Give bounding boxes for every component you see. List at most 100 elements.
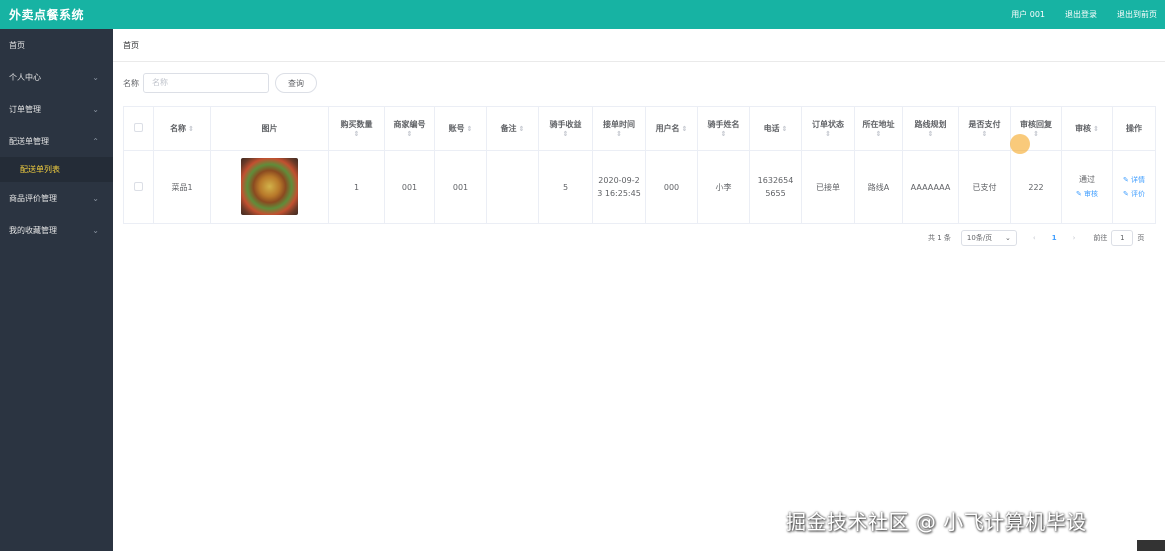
goto-label: 前往 [1093,234,1108,242]
col-route[interactable]: 路线规划 ⇕ [902,106,959,151]
cell-name: 菜品1 [153,150,211,224]
cell-phone: 16326545655 [749,150,802,224]
col-actions: 操作 [1112,106,1156,151]
edit-icon: ✎ [1075,190,1082,198]
breadcrumb[interactable]: 首页 [123,40,139,51]
next-page-button[interactable]: › [1073,234,1076,242]
sort-icon[interactable]: ⇕ [539,130,592,138]
col-paid[interactable]: 是否支付 ⇕ [958,106,1011,151]
cell-actions: ✎ 详情 ✎ 评价 [1112,150,1156,224]
col-rider[interactable]: 骑手姓名 ⇕ [697,106,750,151]
col-username[interactable]: 用户名 ⇕ [645,106,698,151]
sort-icon[interactable]: ⇕ [855,130,902,138]
col-status[interactable]: 订单状态 ⇕ [801,106,855,151]
audit-status: 通过 [1079,175,1095,184]
col-audit[interactable]: 审核 ⇕ [1061,106,1113,151]
col-remark[interactable]: 备注 ⇕ [486,106,539,151]
cell-account: 001 [434,150,487,224]
sidebar-item-orders[interactable]: 订单管理 ⌄ [0,93,113,125]
cell-time: 2020-09-23 16:25:45 [592,150,646,224]
prev-page-button[interactable]: ‹ [1033,234,1036,242]
col-quantity[interactable]: 购买数量 ⇕ [328,106,385,151]
sidebar-item-label: 首页 [9,40,25,50]
sort-icon[interactable]: ⇕ [329,130,384,138]
sort-icon[interactable]: ⇕ [903,130,958,138]
pagination: 共 1 条 10条/页 ⌄ ‹ 1 › 前往 1 页 [928,230,1144,246]
logout-link[interactable]: 退出登录 [1065,9,1097,20]
col-phone[interactable]: 电话 ⇕ [749,106,802,151]
cell-reply: 222 [1010,150,1062,224]
detail-link[interactable]: ✎ 详情 [1113,173,1155,187]
sidebar-item-label: 订单管理 [9,104,41,114]
chevron-down-icon: ⌄ [92,104,99,114]
row-select-cell [123,150,154,224]
search-button[interactable]: 查询 [275,73,317,93]
sort-icon[interactable]: ⇕ [385,130,434,138]
top-bar: 外卖点餐系统 用户 001 退出登录 退出到前页 [0,0,1165,29]
sidebar-item-favorites[interactable]: 我的收藏管理 ⌄ [0,214,113,246]
review-link[interactable]: ✎ 评价 [1113,187,1155,201]
search-input[interactable]: 名称 [143,73,269,93]
cell-remark [486,150,539,224]
main-content: 首页 名称 名称 查询 名称 ⇕ 图片 购买数量 ⇕ 商家编号 ⇕ 账号 ⇕ 备注 ⇕ 骑… [113,29,1165,549]
cell-rider: 小李 [697,150,750,224]
cell-image [210,150,329,224]
divider [113,61,1165,62]
cell-address: 路线A [854,150,903,224]
sort-icon[interactable]: ⇕ [1093,125,1099,133]
cell-income: 5 [538,150,593,224]
col-merchant-no[interactable]: 商家编号 ⇕ [384,106,435,151]
mouse-cursor-indicator [1010,134,1030,154]
pagination-total: 共 1 条 [928,234,951,242]
cell-audit: 通过 ✎ 审核 [1061,150,1113,224]
col-account[interactable]: 账号 ⇕ [434,106,487,151]
cell-paid: 已支付 [958,150,1011,224]
goto-suffix: 页 [1137,234,1145,242]
chevron-down-icon: ⌄ [1005,234,1011,242]
select-all-cell [123,106,154,151]
row-checkbox[interactable] [134,181,143,191]
edit-icon: ✎ [1122,190,1129,198]
sort-icon[interactable]: ⇕ [782,125,788,133]
chevron-down-icon: ⌄ [92,193,99,203]
sort-icon[interactable]: ⇕ [802,130,854,138]
sort-icon[interactable]: ⇕ [698,130,749,138]
cell-route: AAAAAAA [902,150,959,224]
sidebar-item-reviews[interactable]: 商品评价管理 ⌄ [0,182,113,214]
sidebar-item-label: 我的收藏管理 [9,225,57,235]
sort-icon[interactable]: ⇕ [188,125,194,133]
col-address[interactable]: 所在地址 ⇕ [854,106,903,151]
user-label: 用户 001 [1011,10,1045,19]
col-time[interactable]: 接单时间 ⇕ [592,106,646,151]
cell-quantity: 1 [328,150,385,224]
col-name[interactable]: 名称 ⇕ [153,106,211,151]
edit-icon: ✎ [1122,176,1129,184]
search-bar: 名称 名称 查询 [123,73,317,93]
chevron-down-icon: ⌄ [92,72,99,82]
sort-icon[interactable]: ⇕ [959,130,1010,138]
exit-home-link[interactable]: 退出到前页 [1117,9,1157,20]
app-title: 外卖点餐系统 [9,8,85,22]
audit-link[interactable]: ✎ 审核 [1062,187,1112,201]
chevron-down-icon: ⌄ [92,225,99,235]
sidebar-item-delivery[interactable]: 配送单管理 ⌃ [0,125,113,157]
page-number[interactable]: 1 [1052,234,1057,242]
food-image [241,157,298,215]
sidebar-item-personal[interactable]: 个人中心 ⌄ [0,61,113,93]
sidebar-item-label: 商品评价管理 [9,193,57,203]
col-image: 图片 [210,106,329,151]
goto-input[interactable]: 1 [1111,230,1134,246]
table-header-row: 名称 ⇕ 图片 购买数量 ⇕ 商家编号 ⇕ 账号 ⇕ 备注 ⇕ 骑手收益 ⇕ 接单时间 ⇕ 用… [123,106,1156,151]
page-size-select[interactable]: 10条/页 ⌄ [960,230,1017,246]
select-all-checkbox[interactable] [134,123,143,132]
col-income[interactable]: 骑手收益 ⇕ [538,106,593,151]
sort-icon[interactable]: ⇕ [519,125,525,133]
cell-username: 000 [645,150,698,224]
sidebar-subitem-delivery-list[interactable]: 配送单列表 [0,157,113,182]
sidebar-item-home[interactable]: 首页 [0,29,113,61]
sort-icon[interactable]: ⇕ [467,125,473,133]
sort-icon[interactable]: ⇕ [593,130,645,138]
cell-status: 已接单 [801,150,855,224]
sort-icon[interactable]: ⇕ [682,125,688,133]
watermark: 掘金技术社区 @ 小飞计算机毕设 [786,510,1087,534]
